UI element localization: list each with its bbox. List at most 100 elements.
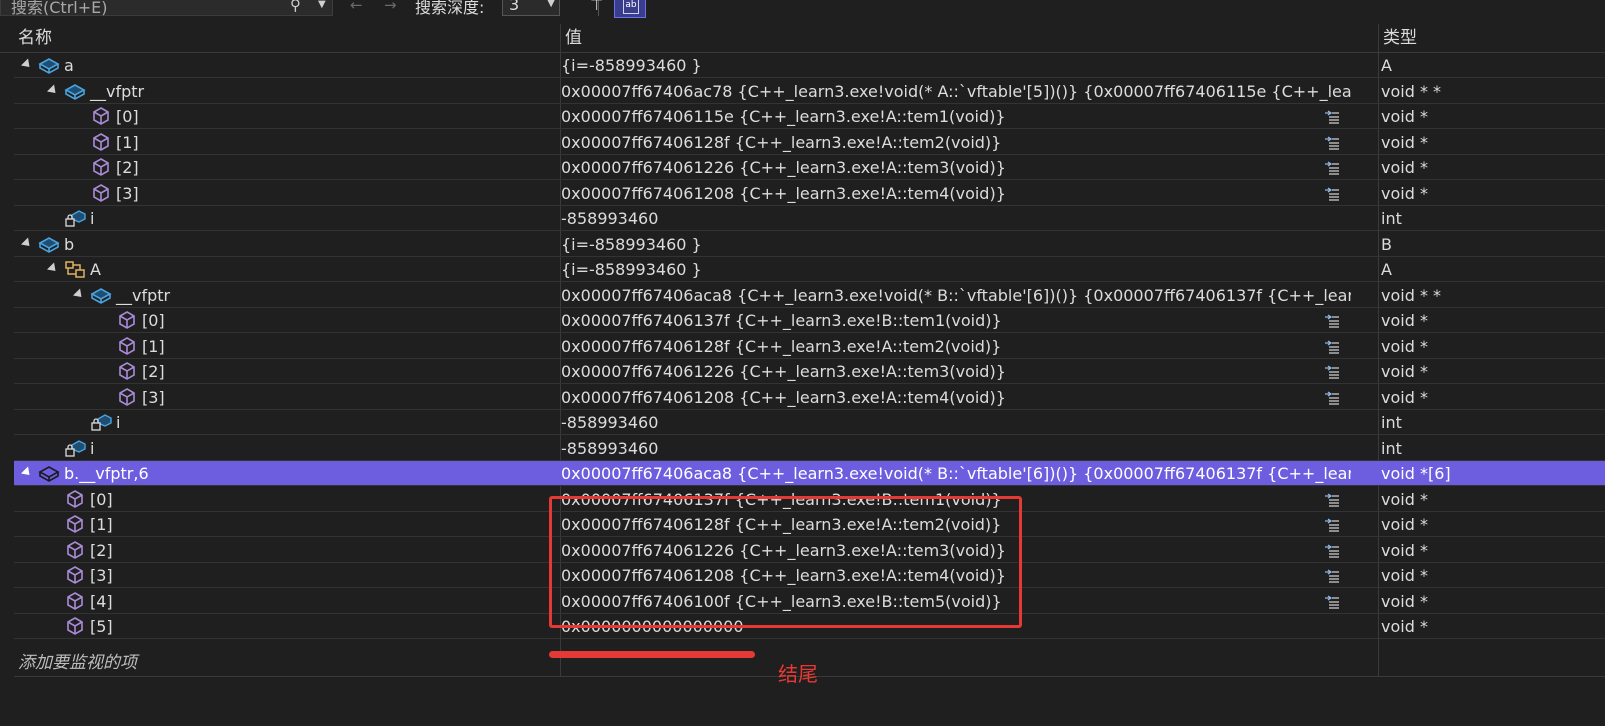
visualizer-icon[interactable]: [1323, 363, 1341, 379]
row-name-label: i: [116, 413, 121, 432]
watch-row[interactable]: i -858993460 int: [14, 410, 1605, 435]
row-name-label: __vfptr: [90, 81, 145, 101]
ab-format-icon: ab: [623, 0, 639, 14]
row-value-cell[interactable]: -858993460: [561, 410, 1351, 435]
visualizer-icon[interactable]: [1323, 134, 1341, 150]
row-type-cell: void *: [1381, 362, 1428, 381]
object-icon: [38, 55, 60, 75]
variable-cube-icon: [90, 132, 112, 152]
row-value-cell[interactable]: {i=-858993460 }: [561, 257, 1351, 282]
row-name-label: i: [90, 438, 95, 458]
watch-toolbar: 搜索(Ctrl+E) ⚲ ▼ ← → 搜索深度: 3 ▼ ⊤ ab: [0, 0, 1605, 20]
column-type-header[interactable]: 类型: [1383, 24, 1417, 52]
expand-toggle-icon[interactable]: [20, 466, 34, 479]
watch-row[interactable]: b.__vfptr,6 0x00007ff67406aca8 {C++_learn…: [14, 461, 1605, 486]
expand-toggle-icon[interactable]: [46, 262, 60, 275]
arrow-left-icon[interactable]: ←: [350, 0, 363, 14]
watch-row[interactable]: [2] 0x00007ff674061226 {C++_learn3.exe!A:…: [14, 359, 1605, 384]
search-placeholder: 搜索(Ctrl+E): [11, 0, 108, 17]
row-type-cell: void *: [1381, 107, 1428, 126]
watch-row[interactable]: b {i=-858993460 } B: [14, 232, 1605, 257]
watch-row[interactable]: [2] 0x00007ff674061226 {C++_learn3.exe!A:…: [14, 155, 1605, 180]
row-value-cell[interactable]: 0x00007ff674061226 {C++_learn3.exe!A::te…: [561, 359, 1351, 384]
row-type-cell: void *: [1381, 183, 1428, 203]
variable-cube-icon: [64, 514, 86, 534]
row-name-label: [0]: [116, 107, 139, 126]
row-value-cell[interactable]: {i=-858993460 }: [561, 232, 1351, 257]
expand-toggle-icon[interactable]: [20, 58, 34, 71]
variable-cube-icon: [90, 183, 112, 203]
row-value-cell[interactable]: 0x00007ff67406ac78 {C++_learn3.exe!void(…: [561, 79, 1351, 104]
row-value-cell[interactable]: 0x00007ff674061226 {C++_learn3.exe!A::te…: [561, 155, 1351, 180]
row-value-cell[interactable]: -858993460: [561, 206, 1351, 231]
row-name-cell: [3]: [14, 181, 559, 206]
watch-row[interactable]: [1] 0x00007ff67406128f {C++_learn3.exe!A:…: [14, 130, 1605, 155]
arrow-right-icon[interactable]: →: [384, 0, 397, 14]
row-value-text: 0x00007ff67406115e {C++_learn3.exe!A::te…: [561, 107, 1006, 126]
watch-row[interactable]: [1] 0x00007ff67406128f {C++_learn3.exe!A:…: [14, 334, 1605, 359]
visualizer-icon[interactable]: [1323, 542, 1341, 558]
row-name-label: [3]: [142, 387, 165, 407]
row-value-cell[interactable]: 0x00007ff67406137f {C++_learn3.exe!B::te…: [561, 308, 1351, 333]
pin-icon[interactable]: ⊤: [590, 0, 603, 14]
watch-row[interactable]: i -858993460 int: [14, 436, 1605, 461]
row-value-cell[interactable]: -858993460: [561, 436, 1351, 461]
watch-row[interactable]: a {i=-858993460 } A: [14, 53, 1605, 78]
visualizer-icon[interactable]: [1323, 516, 1341, 532]
row-value-text: -858993460: [561, 413, 659, 432]
search-dropdown-icon[interactable]: ▼: [318, 0, 326, 14]
row-name-label: [2]: [116, 158, 139, 177]
row-type-cell: void *[6]: [1381, 464, 1451, 483]
visualizer-icon[interactable]: [1323, 312, 1341, 328]
watch-row[interactable]: __vfptr 0x00007ff67406ac78 {C++_learn3.ex…: [14, 79, 1605, 104]
visualizer-icon[interactable]: [1323, 338, 1341, 354]
visualizer-icon[interactable]: [1323, 185, 1341, 201]
row-value-text: -858993460: [561, 438, 659, 458]
row-value-cell[interactable]: 0x00007ff67406aca8 {C++_learn3.exe!void(…: [561, 461, 1351, 486]
row-value-text: 0x00007ff67406128f {C++_learn3.exe!A::te…: [561, 132, 1002, 152]
column-value-header[interactable]: 值: [565, 24, 582, 52]
private-field-icon: [90, 412, 112, 432]
row-type-cell: int: [1381, 413, 1402, 432]
expand-toggle-icon[interactable]: [72, 287, 86, 301]
row-value-cell[interactable]: 0x00007ff674061208 {C++_learn3.exe!A::te…: [561, 181, 1351, 206]
row-type-cell: B: [1381, 234, 1392, 254]
search-icon[interactable]: ⚲: [290, 0, 301, 14]
watch-row[interactable]: [0] 0x00007ff67406137f {C++_learn3.exe!B:…: [14, 308, 1605, 333]
row-name-label: b: [64, 234, 75, 254]
search-input[interactable]: 搜索(Ctrl+E): [0, 0, 333, 17]
watch-row[interactable]: A {i=-858993460 } A: [14, 257, 1605, 282]
watch-row[interactable]: [3] 0x00007ff674061208 {C++_learn3.exe!A:…: [14, 385, 1605, 410]
watch-row[interactable]: __vfptr 0x00007ff67406aca8 {C++_learn3.ex…: [14, 283, 1605, 308]
row-name-cell: [5]: [14, 614, 559, 639]
visualizer-icon[interactable]: [1323, 593, 1341, 609]
column-name-header[interactable]: 名称: [18, 24, 52, 52]
visualizer-icon[interactable]: [1323, 491, 1341, 507]
visualizer-icon[interactable]: [1323, 389, 1341, 405]
column-header: 名称 值 类型: [0, 24, 1605, 53]
chevron-down-icon: ▼: [547, 0, 555, 9]
watch-row[interactable]: [0] 0x00007ff67406115e {C++_learn3.exe!A:…: [14, 104, 1605, 129]
row-value-cell[interactable]: 0x00007ff67406aca8 {C++_learn3.exe!void(…: [561, 283, 1351, 308]
row-value-cell[interactable]: {i=-858993460 }: [561, 53, 1351, 78]
search-depth-select[interactable]: 3 ▼: [502, 0, 560, 16]
row-type-cell: void *: [1381, 311, 1428, 330]
watch-row[interactable]: [3] 0x00007ff674061208 {C++_learn3.exe!A:…: [14, 181, 1605, 206]
hex-display-toggle-button[interactable]: ab: [614, 0, 646, 18]
watch-row[interactable]: i -858993460 int: [14, 206, 1605, 231]
row-value-cell[interactable]: 0x00007ff67406115e {C++_learn3.exe!A::te…: [561, 104, 1351, 129]
row-value-cell[interactable]: 0x00007ff674061208 {C++_learn3.exe!A::te…: [561, 385, 1351, 410]
row-value-cell[interactable]: 0x00007ff67406128f {C++_learn3.exe!A::te…: [561, 130, 1351, 155]
row-name-cell: b.__vfptr,6: [14, 461, 559, 486]
visualizer-icon[interactable]: [1323, 567, 1341, 583]
visualizer-icon[interactable]: [1323, 159, 1341, 175]
row-type-cell: void *: [1381, 158, 1428, 177]
row-value-cell[interactable]: 0x00007ff67406128f {C++_learn3.exe!A::te…: [561, 334, 1351, 359]
row-name-cell: [2]: [14, 155, 559, 180]
expand-toggle-icon[interactable]: [20, 236, 34, 250]
visualizer-icon[interactable]: [1323, 108, 1341, 124]
row-value-text: 0x00007ff67406aca8 {C++_learn3.exe!void(…: [561, 464, 1351, 483]
expand-toggle-icon[interactable]: [46, 83, 60, 97]
add-watch-item-input[interactable]: 添加要监视的项: [14, 650, 547, 676]
row-type-cell: A: [1381, 56, 1392, 75]
